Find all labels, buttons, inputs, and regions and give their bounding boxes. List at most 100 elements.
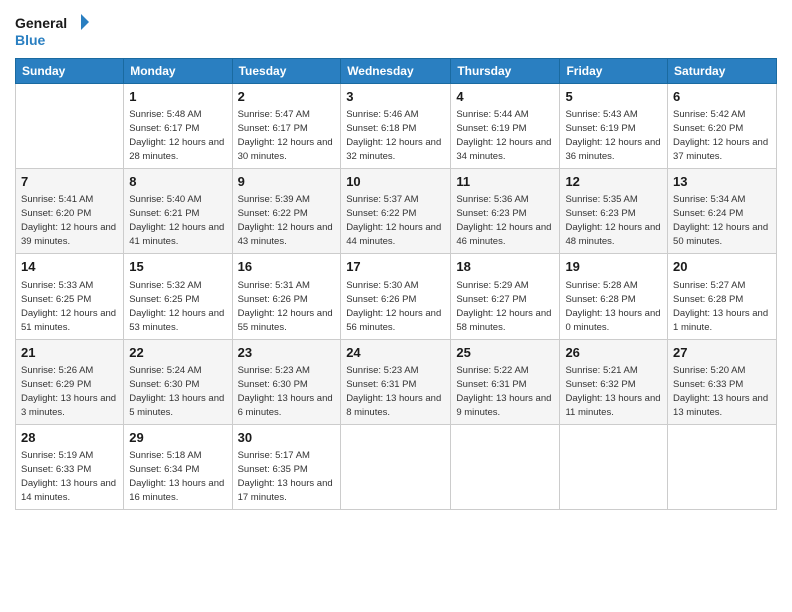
sunset-text: Sunset: 6:31 PM [346,379,416,390]
logo: General Blue [15,10,95,50]
sunset-text: Sunset: 6:31 PM [456,379,526,390]
sunset-text: Sunset: 6:35 PM [238,464,308,475]
calendar-cell: 13 Sunrise: 5:34 AM Sunset: 6:24 PM Dayl… [668,169,777,254]
day-number: 30 [238,429,336,447]
sunrise-text: Sunrise: 5:36 AM [456,194,528,205]
daylight-text: Daylight: 12 hours and 53 minutes. [129,308,224,333]
calendar-cell: 8 Sunrise: 5:40 AM Sunset: 6:21 PM Dayli… [124,169,232,254]
calendar-cell: 5 Sunrise: 5:43 AM Sunset: 6:19 PM Dayli… [560,84,668,169]
svg-text:Blue: Blue [15,32,46,48]
sunrise-text: Sunrise: 5:34 AM [673,194,745,205]
day-number: 6 [673,88,771,106]
daylight-text: Daylight: 12 hours and 51 minutes. [21,308,116,333]
daylight-text: Daylight: 12 hours and 50 minutes. [673,222,768,247]
calendar-cell: 9 Sunrise: 5:39 AM Sunset: 6:22 PM Dayli… [232,169,341,254]
week-row-5: 28 Sunrise: 5:19 AM Sunset: 6:33 PM Dayl… [16,424,777,509]
day-header-sunday: Sunday [16,59,124,84]
calendar-cell: 3 Sunrise: 5:46 AM Sunset: 6:18 PM Dayli… [341,84,451,169]
sunrise-text: Sunrise: 5:47 AM [238,109,310,120]
sunset-text: Sunset: 6:34 PM [129,464,199,475]
calendar-cell: 12 Sunrise: 5:35 AM Sunset: 6:23 PM Dayl… [560,169,668,254]
daylight-text: Daylight: 13 hours and 9 minutes. [456,393,551,418]
calendar-cell [341,424,451,509]
sunrise-text: Sunrise: 5:27 AM [673,280,745,291]
sunrise-text: Sunrise: 5:37 AM [346,194,418,205]
daylight-text: Daylight: 12 hours and 32 minutes. [346,137,441,162]
calendar-cell: 19 Sunrise: 5:28 AM Sunset: 6:28 PM Dayl… [560,254,668,339]
sunrise-text: Sunrise: 5:28 AM [565,280,637,291]
sunset-text: Sunset: 6:19 PM [456,123,526,134]
day-number: 12 [565,173,662,191]
sunrise-text: Sunrise: 5:46 AM [346,109,418,120]
calendar-cell [16,84,124,169]
sunrise-text: Sunrise: 5:30 AM [346,280,418,291]
daylight-text: Daylight: 13 hours and 16 minutes. [129,478,224,503]
sunrise-text: Sunrise: 5:32 AM [129,280,201,291]
sunset-text: Sunset: 6:25 PM [21,294,91,305]
day-number: 16 [238,258,336,276]
day-number: 29 [129,429,226,447]
sunrise-text: Sunrise: 5:19 AM [21,450,93,461]
week-row-1: 1 Sunrise: 5:48 AM Sunset: 6:17 PM Dayli… [16,84,777,169]
header-row: SundayMondayTuesdayWednesdayThursdayFrid… [16,59,777,84]
sunrise-text: Sunrise: 5:43 AM [565,109,637,120]
sunrise-text: Sunrise: 5:18 AM [129,450,201,461]
sunrise-text: Sunrise: 5:24 AM [129,365,201,376]
day-number: 3 [346,88,445,106]
day-number: 17 [346,258,445,276]
day-number: 1 [129,88,226,106]
sunset-text: Sunset: 6:22 PM [238,208,308,219]
sunrise-text: Sunrise: 5:35 AM [565,194,637,205]
header: General Blue [15,10,777,50]
sunrise-text: Sunrise: 5:23 AM [238,365,310,376]
sunset-text: Sunset: 6:18 PM [346,123,416,134]
sunrise-text: Sunrise: 5:22 AM [456,365,528,376]
calendar-cell: 21 Sunrise: 5:26 AM Sunset: 6:29 PM Dayl… [16,339,124,424]
daylight-text: Daylight: 13 hours and 3 minutes. [21,393,116,418]
daylight-text: Daylight: 12 hours and 36 minutes. [565,137,660,162]
calendar-cell: 20 Sunrise: 5:27 AM Sunset: 6:28 PM Dayl… [668,254,777,339]
daylight-text: Daylight: 13 hours and 5 minutes. [129,393,224,418]
calendar-cell: 1 Sunrise: 5:48 AM Sunset: 6:17 PM Dayli… [124,84,232,169]
day-number: 11 [456,173,554,191]
calendar-cell: 28 Sunrise: 5:19 AM Sunset: 6:33 PM Dayl… [16,424,124,509]
calendar-cell: 25 Sunrise: 5:22 AM Sunset: 6:31 PM Dayl… [451,339,560,424]
calendar-cell: 15 Sunrise: 5:32 AM Sunset: 6:25 PM Dayl… [124,254,232,339]
svg-text:General: General [15,15,67,31]
day-number: 10 [346,173,445,191]
sunset-text: Sunset: 6:30 PM [129,379,199,390]
calendar-cell: 4 Sunrise: 5:44 AM Sunset: 6:19 PM Dayli… [451,84,560,169]
sunset-text: Sunset: 6:30 PM [238,379,308,390]
daylight-text: Daylight: 12 hours and 58 minutes. [456,308,551,333]
daylight-text: Daylight: 12 hours and 41 minutes. [129,222,224,247]
week-row-3: 14 Sunrise: 5:33 AM Sunset: 6:25 PM Dayl… [16,254,777,339]
sunset-text: Sunset: 6:23 PM [456,208,526,219]
sunrise-text: Sunrise: 5:29 AM [456,280,528,291]
daylight-text: Daylight: 13 hours and 13 minutes. [673,393,768,418]
calendar-cell [560,424,668,509]
calendar-cell: 6 Sunrise: 5:42 AM Sunset: 6:20 PM Dayli… [668,84,777,169]
sunrise-text: Sunrise: 5:31 AM [238,280,310,291]
sunset-text: Sunset: 6:20 PM [673,123,743,134]
sunset-text: Sunset: 6:26 PM [238,294,308,305]
calendar-cell: 29 Sunrise: 5:18 AM Sunset: 6:34 PM Dayl… [124,424,232,509]
daylight-text: Daylight: 12 hours and 44 minutes. [346,222,441,247]
day-header-tuesday: Tuesday [232,59,341,84]
sunrise-text: Sunrise: 5:17 AM [238,450,310,461]
day-number: 21 [21,344,118,362]
day-number: 9 [238,173,336,191]
daylight-text: Daylight: 12 hours and 48 minutes. [565,222,660,247]
sunset-text: Sunset: 6:22 PM [346,208,416,219]
sunset-text: Sunset: 6:17 PM [238,123,308,134]
sunset-text: Sunset: 6:28 PM [565,294,635,305]
day-number: 5 [565,88,662,106]
sunset-text: Sunset: 6:21 PM [129,208,199,219]
calendar-cell [451,424,560,509]
sunset-text: Sunset: 6:33 PM [673,379,743,390]
logo-svg: General Blue [15,10,95,50]
calendar-cell: 18 Sunrise: 5:29 AM Sunset: 6:27 PM Dayl… [451,254,560,339]
calendar-cell: 14 Sunrise: 5:33 AM Sunset: 6:25 PM Dayl… [16,254,124,339]
sunrise-text: Sunrise: 5:21 AM [565,365,637,376]
calendar-cell: 22 Sunrise: 5:24 AM Sunset: 6:30 PM Dayl… [124,339,232,424]
day-header-wednesday: Wednesday [341,59,451,84]
